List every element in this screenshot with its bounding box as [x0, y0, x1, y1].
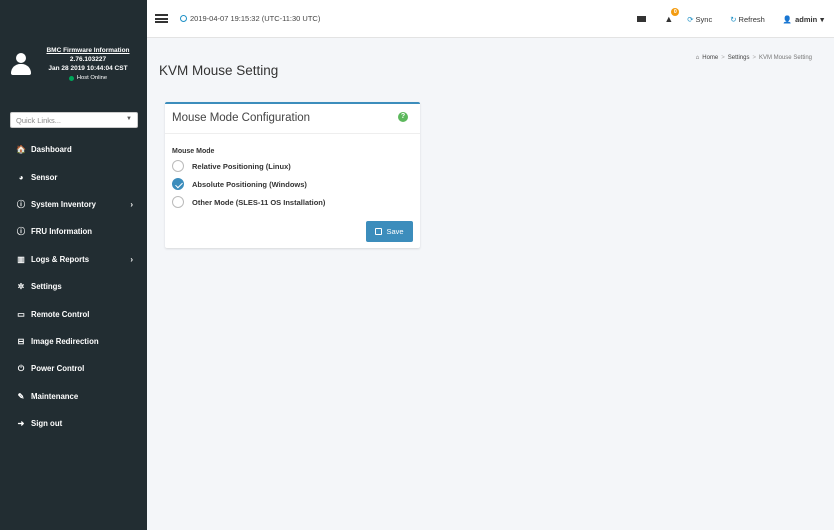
mouse-mode-label: Mouse Mode: [172, 148, 215, 155]
sidebar-item-maintenance[interactable]: ✎ Maintenance: [0, 383, 147, 410]
top-bar-actions: ▲ 0 ⟳ Sync ↻ Refresh 👤 admin ▾: [637, 0, 824, 38]
save-icon: [375, 228, 383, 235]
card-header: Mouse Mode Configuration ?: [165, 104, 420, 134]
sync-label: Sync: [695, 14, 713, 24]
datetime-text: 2019-04-07 19:15:32 (UTC-11:30 UTC): [190, 14, 321, 23]
sync-button[interactable]: ⟳ Sync: [687, 15, 712, 24]
sidebar-item-label: Logs & Reports: [31, 254, 90, 264]
user-menu[interactable]: 👤 admin ▾: [783, 15, 824, 24]
breadcrumb-separator: >: [721, 55, 725, 61]
sidebar-item-label: Settings: [31, 282, 62, 292]
radio-label-absolute: Absolute Positioning (Windows): [192, 179, 307, 189]
quick-links-placeholder: Quick Links...: [16, 116, 62, 125]
sidebar-item-label: Maintenance: [31, 391, 79, 401]
info-icon: ⓘ: [17, 227, 25, 237]
sidebar-item-label: System Inventory: [31, 199, 96, 209]
breadcrumb-separator: >: [752, 55, 756, 61]
caret-down-icon: ▾: [820, 14, 824, 24]
notification-badge: 0: [671, 8, 680, 16]
radio-option-relative[interactable]: Relative Positioning (Linux): [172, 160, 291, 172]
breadcrumb: ⌂ Home > Settings > KVM Mouse Setting: [696, 55, 812, 61]
chevron-right-icon: ›: [130, 254, 133, 264]
save-label: Save: [386, 227, 404, 236]
sidebar-item-label: Remote Control: [31, 309, 90, 319]
sidebar-item-sign-out[interactable]: ➜ Sign out: [0, 410, 147, 437]
sidebar: BMC Firmware Information 2.76.103227 Jan…: [0, 0, 147, 530]
top-bar: 2019-04-07 19:15:32 (UTC-11:30 UTC) ▲ 0 …: [147, 0, 834, 38]
firmware-build-date: Jan 28 2019 10:44:04 CST: [48, 65, 128, 72]
radio-label-relative: Relative Positioning (Linux): [192, 161, 291, 171]
sidebar-item-settings[interactable]: ✲ Settings: [0, 273, 147, 300]
sync-icon: ⟳: [687, 14, 694, 24]
profile-panel: BMC Firmware Information 2.76.103227 Jan…: [0, 38, 147, 102]
refresh-button[interactable]: ↻ Refresh: [730, 15, 765, 24]
chevron-right-icon: ›: [130, 199, 133, 209]
sidebar-header: [0, 0, 147, 38]
bar-chart-icon: ▥: [17, 254, 25, 264]
card-title: Mouse Mode Configuration: [172, 112, 311, 124]
gear-icon: ✲: [17, 282, 25, 292]
envelope-icon[interactable]: [637, 16, 647, 22]
sidebar-item-dashboard[interactable]: 🏠 Dashboard: [0, 136, 147, 163]
radio-absolute[interactable]: [172, 178, 184, 190]
wrench-icon: ✎: [17, 391, 25, 401]
status-dot-icon: [68, 75, 74, 81]
help-icon[interactable]: ?: [398, 112, 408, 122]
home-icon: ⌂: [695, 55, 700, 61]
clock-icon: [180, 15, 187, 22]
breadcrumb-current: KVM Mouse Setting: [758, 55, 812, 61]
monitor-icon: ▭: [17, 309, 25, 319]
firmware-version: 2.76.103227: [69, 56, 107, 63]
bmc-firmware-info-link[interactable]: BMC Firmware Information: [34, 46, 142, 55]
power-icon: ⏻: [17, 363, 25, 373]
radio-label-other: Other Mode (SLES-11 OS Installation): [192, 197, 326, 207]
host-status-label: Host Online: [76, 75, 108, 81]
caret-down-icon: ▼: [126, 116, 132, 122]
warning-icon[interactable]: ▲ 0: [664, 8, 680, 24]
sidebar-item-label: Power Control: [31, 364, 85, 374]
sidebar-item-label: Dashboard: [31, 145, 72, 155]
radio-relative[interactable]: [172, 160, 184, 172]
radio-option-other[interactable]: Other Mode (SLES-11 OS Installation): [172, 196, 325, 208]
sidebar-item-label: FRU Information: [31, 227, 93, 237]
gauge-icon: ◕: [18, 172, 24, 182]
info-icon: ⓘ: [17, 199, 25, 209]
sidebar-item-label: Image Redirection: [31, 336, 99, 346]
sidebar-item-system-inventory[interactable]: ⓘ System Inventory ›: [0, 191, 147, 218]
host-status: Host Online: [34, 73, 142, 83]
user-avatar-icon: [10, 53, 32, 75]
datetime-display: 2019-04-07 19:15:32 (UTC-11:30 UTC): [180, 14, 320, 23]
radio-other[interactable]: [172, 196, 184, 208]
breadcrumb-home[interactable]: Home: [702, 55, 718, 61]
sidebar-item-remote-control[interactable]: ▭ Remote Control: [0, 300, 147, 327]
tachometer-icon: 🏠: [16, 145, 26, 155]
sidebar-item-logs-reports[interactable]: ▥ Logs & Reports ›: [0, 246, 147, 273]
page-title: KVM Mouse Setting: [159, 63, 279, 78]
save-button[interactable]: Save: [366, 221, 413, 242]
sidebar-item-fru-information[interactable]: ⓘ FRU Information: [0, 218, 147, 245]
quick-links-select[interactable]: Quick Links... ▼: [10, 112, 138, 128]
hdd-icon: ⊟: [17, 336, 25, 346]
sidebar-item-label: Sign out: [31, 419, 63, 429]
user-label: admin: [795, 14, 818, 24]
refresh-icon: ↻: [730, 14, 737, 24]
breadcrumb-settings[interactable]: Settings: [728, 55, 750, 61]
refresh-label: Refresh: [738, 14, 765, 24]
sidebar-item-power-control[interactable]: ⏻ Power Control: [0, 355, 147, 382]
sidebar-nav: 🏠 Dashboard ◕ Sensor ⓘ System Inventory …: [0, 136, 147, 437]
mouse-mode-card: Mouse Mode Configuration ? Mouse Mode Re…: [165, 102, 420, 248]
user-icon: 👤: [782, 14, 793, 24]
sidebar-item-label: Sensor: [31, 172, 58, 182]
sidebar-item-sensor[interactable]: ◕ Sensor: [0, 163, 147, 190]
radio-option-absolute[interactable]: Absolute Positioning (Windows): [172, 178, 307, 190]
sidebar-item-image-redirection[interactable]: ⊟ Image Redirection: [0, 328, 147, 355]
sign-out-icon: ➜: [17, 419, 25, 429]
hamburger-menu-icon[interactable]: [155, 14, 168, 23]
